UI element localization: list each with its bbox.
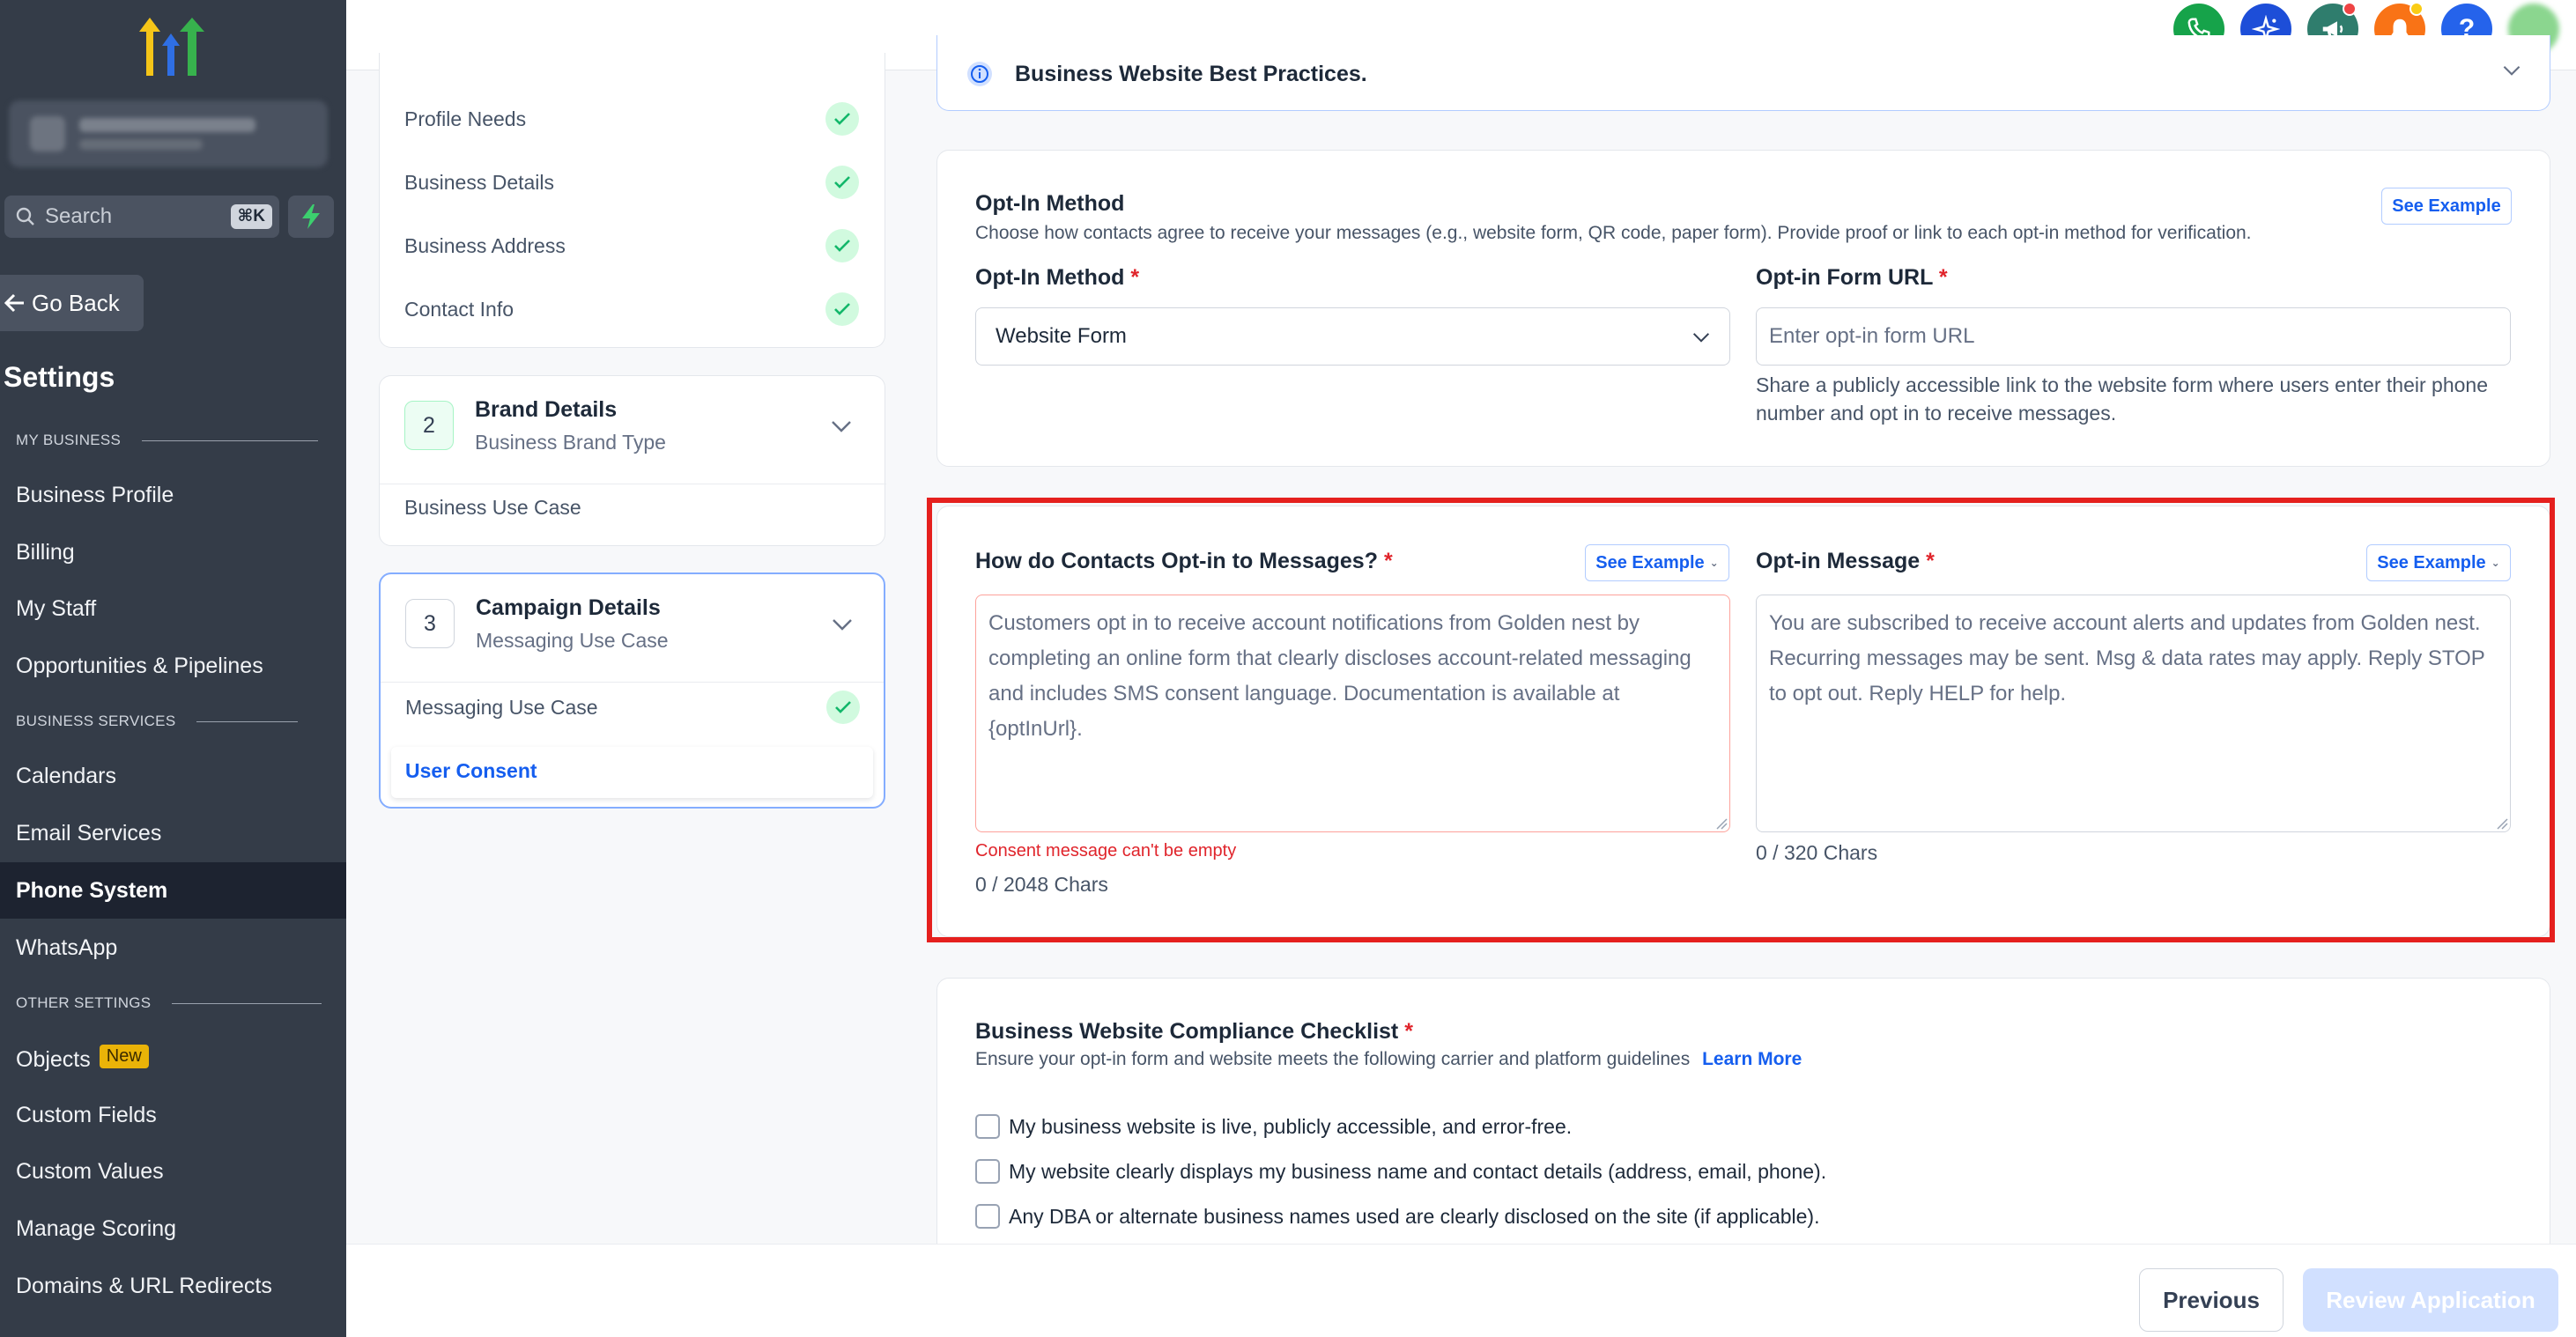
step-item-business-details[interactable]: Business Details <box>404 171 554 195</box>
step-item-profile-needs[interactable]: Profile Needs <box>404 107 526 131</box>
nav-email-services[interactable]: Email Services <box>16 821 161 846</box>
check-icon <box>825 292 859 326</box>
step-item-messaging-use-case[interactable]: Messaging Use Case <box>405 696 598 720</box>
nav-manage-scoring[interactable]: Manage Scoring <box>16 1216 176 1242</box>
section-my-business: MY BUSINESS <box>16 432 319 449</box>
nav-domains-redirects[interactable]: Domains & URL Redirects <box>16 1274 272 1299</box>
nav-whatsapp[interactable]: WhatsApp <box>16 935 117 961</box>
checklist-item[interactable]: My business website is live, publicly ac… <box>975 1114 1572 1139</box>
check-icon <box>825 229 859 262</box>
chevron-down-icon[interactable] <box>2502 65 2521 76</box>
checkbox[interactable] <box>975 1204 1000 1229</box>
checkbox[interactable] <box>975 1159 1000 1184</box>
section-other-settings: OTHER SETTINGS <box>16 994 322 1012</box>
step-title: Campaign Details <box>476 595 661 620</box>
optin-url-input[interactable]: Enter opt-in form URL <box>1756 307 2511 366</box>
search-shortcut: ⌘K <box>230 204 272 229</box>
optin-method-select[interactable]: Website Form <box>975 307 1730 366</box>
step-3-card[interactable]: 3 Campaign Details Messaging Use Case Me… <box>379 572 885 809</box>
account-switcher[interactable] <box>9 100 328 167</box>
app-logo <box>139 18 204 76</box>
nav-objects[interactable]: Objects New <box>16 1045 149 1073</box>
step-item-business-address[interactable]: Business Address <box>404 234 566 258</box>
chevron-down-icon[interactable] <box>831 420 852 432</box>
learn-more-link[interactable]: Learn More <box>1702 1049 1802 1069</box>
chevron-down-icon <box>1692 333 1710 343</box>
settings-title: Settings <box>4 361 115 393</box>
chevron-down-icon[interactable] <box>832 618 853 631</box>
nav-custom-values[interactable]: Custom Values <box>16 1159 164 1185</box>
step-item-user-consent[interactable]: User Consent <box>405 759 537 783</box>
sidebar: Search ⌘K Go Back Settings MY BUSINESS B… <box>0 0 346 1337</box>
nav-calendars[interactable]: Calendars <box>16 764 116 789</box>
step-subtitle: Messaging Use Case <box>476 629 669 652</box>
search-bar[interactable]: Search ⌘K <box>4 196 279 238</box>
nav-custom-fields[interactable]: Custom Fields <box>16 1103 157 1128</box>
optin-method-description: Choose how contacts agree to receive you… <box>975 223 2252 243</box>
info-icon <box>967 62 992 86</box>
notification-dot <box>2343 2 2357 16</box>
optin-method-card: Opt-In Method Choose how contacts agree … <box>936 150 2550 467</box>
nav-my-staff[interactable]: My Staff <box>16 596 96 622</box>
best-practices-banner[interactable]: Business Website Best Practices. <box>936 35 2550 111</box>
go-back-label: Go Back <box>32 289 120 316</box>
new-badge: New <box>99 1045 149 1068</box>
checklist-item[interactable]: My website clearly displays my business … <box>975 1159 1826 1184</box>
check-icon <box>826 691 860 724</box>
checklist-title: Business Website Compliance Checklist * <box>975 1019 1413 1044</box>
check-icon <box>825 166 859 199</box>
search-icon <box>16 207 34 225</box>
optin-url-help: Share a publicly accessible link to the … <box>1756 373 2488 425</box>
optin-method-value: Website Form <box>996 324 1127 348</box>
arrow-left-icon <box>4 293 24 313</box>
nav-business-profile[interactable]: Business Profile <box>16 483 174 508</box>
notification-dot <box>2409 2 2424 16</box>
checklist-description: Ensure your opt-in form and website meet… <box>975 1049 1802 1069</box>
search-placeholder: Search <box>45 204 113 228</box>
quick-actions-button[interactable] <box>288 196 334 238</box>
check-icon <box>825 102 859 136</box>
section-business-services: BUSINESS SERVICES <box>16 713 299 730</box>
optin-url-label: Opt-in Form URL * <box>1756 265 1948 290</box>
step-item-business-use-case[interactable]: Business Use Case <box>404 496 581 520</box>
previous-button[interactable]: Previous <box>2139 1268 2284 1332</box>
go-back-button[interactable]: Go Back <box>0 275 144 331</box>
review-application-button[interactable]: Review Application <box>2303 1268 2558 1332</box>
optin-method-label: Opt-In Method * <box>975 265 1140 290</box>
annotation-highlight-box <box>927 498 2555 942</box>
step-number: 2 <box>404 401 454 450</box>
step-number: 3 <box>405 599 455 648</box>
checklist-item[interactable]: Any DBA or alternate business names used… <box>975 1204 1819 1229</box>
step-1-card: Profile Needs Business Details Business … <box>379 53 885 348</box>
step-title: Brand Details <box>475 397 618 422</box>
see-example-button[interactable]: See Example <box>2381 188 2512 225</box>
step-2-card[interactable]: 2 Brand Details Business Brand Type Busi… <box>379 375 886 546</box>
step-subtitle: Business Brand Type <box>475 431 666 454</box>
nav-billing[interactable]: Billing <box>16 540 75 565</box>
banner-title: Business Website Best Practices. <box>1015 62 1367 86</box>
optin-method-title: Opt-In Method <box>975 191 1125 216</box>
step-item-contact-info[interactable]: Contact Info <box>404 298 514 321</box>
checkbox[interactable] <box>975 1114 1000 1139</box>
nav-opportunities-pipelines[interactable]: Opportunities & Pipelines <box>16 654 263 679</box>
lightning-icon <box>302 204 320 229</box>
nav-phone-system[interactable]: Phone System <box>16 878 167 904</box>
